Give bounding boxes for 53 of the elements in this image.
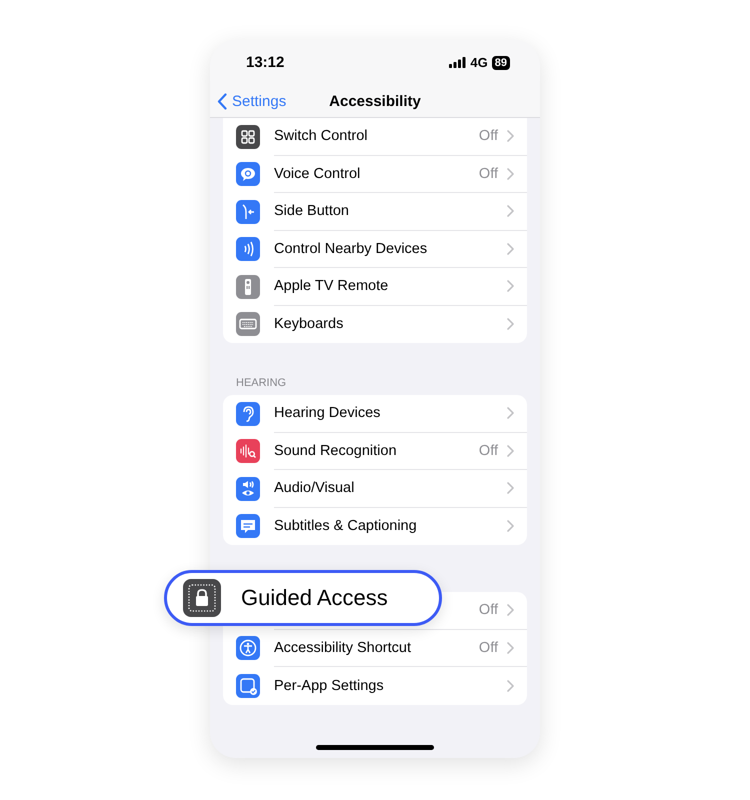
back-button[interactable]: Settings — [210, 92, 286, 110]
highlight-callout[interactable]: Guided Access — [164, 570, 442, 626]
chevron-right-icon[interactable] — [507, 318, 514, 330]
setting-value: Off — [478, 640, 498, 656]
side-button-icon — [236, 200, 260, 224]
setting-label[interactable]: Keyboards — [274, 316, 507, 332]
ear-icon — [236, 402, 260, 426]
chevron-left-icon — [217, 92, 227, 110]
remote-icon — [236, 274, 260, 299]
keyboard-icon — [236, 312, 260, 336]
chevron-right-icon[interactable] — [507, 168, 514, 180]
chevron-right-icon[interactable] — [507, 130, 514, 142]
setting-label[interactable]: Audio/Visual — [274, 480, 507, 496]
chevron-right-icon[interactable] — [507, 407, 514, 420]
setting-label[interactable]: Voice Control — [274, 166, 479, 182]
app-check-icon — [236, 674, 260, 698]
chevron-right-icon[interactable] — [507, 642, 514, 654]
accessibility-person-icon — [236, 636, 260, 660]
setting-label[interactable]: Switch Control — [274, 128, 479, 144]
chevron-right-icon[interactable] — [507, 520, 514, 532]
sound-wave-icon — [236, 439, 260, 464]
setting-value: Off — [478, 128, 498, 144]
setting-label[interactable]: Side Button — [274, 203, 507, 220]
setting-label[interactable]: Accessibility Shortcut — [274, 640, 479, 656]
chevron-right-icon[interactable] — [507, 280, 514, 292]
setting-value: Off — [478, 442, 498, 459]
setting-label[interactable]: Subtitles & Captioning — [274, 518, 507, 534]
chevron-right-icon[interactable] — [507, 242, 514, 255]
battery-level: 89 — [492, 56, 510, 70]
network-label: 4G — [470, 55, 488, 70]
chevron-right-icon[interactable] — [507, 604, 514, 616]
grid-icon — [236, 124, 260, 149]
setting-value: Off — [478, 166, 498, 182]
setting-label[interactable]: Per-App Settings — [274, 678, 507, 694]
subtitles-icon — [236, 514, 260, 538]
signal-icon — [449, 57, 466, 68]
screen-title: Accessibility — [329, 92, 421, 110]
chevron-right-icon[interactable] — [507, 444, 514, 457]
signal-waves-icon — [236, 237, 260, 262]
speech-bubble-icon — [236, 162, 260, 186]
callout-label: Guided Access — [241, 585, 388, 611]
chevron-right-icon[interactable] — [507, 205, 514, 218]
lock-icon — [183, 579, 221, 617]
clock-time: 13:12 — [246, 54, 284, 71]
setting-label[interactable]: Apple TV Remote — [274, 278, 507, 294]
setting-label[interactable]: Control Nearby Devices — [274, 240, 507, 257]
setting-label[interactable]: Hearing Devices — [274, 405, 507, 422]
section-header: HEARING — [235, 376, 288, 391]
setting-label[interactable]: Sound Recognition — [274, 442, 479, 459]
speaker-eye-icon — [236, 476, 260, 501]
chevron-right-icon[interactable] — [507, 482, 514, 494]
setting-value: Off — [478, 602, 498, 618]
chevron-right-icon[interactable] — [507, 680, 514, 692]
